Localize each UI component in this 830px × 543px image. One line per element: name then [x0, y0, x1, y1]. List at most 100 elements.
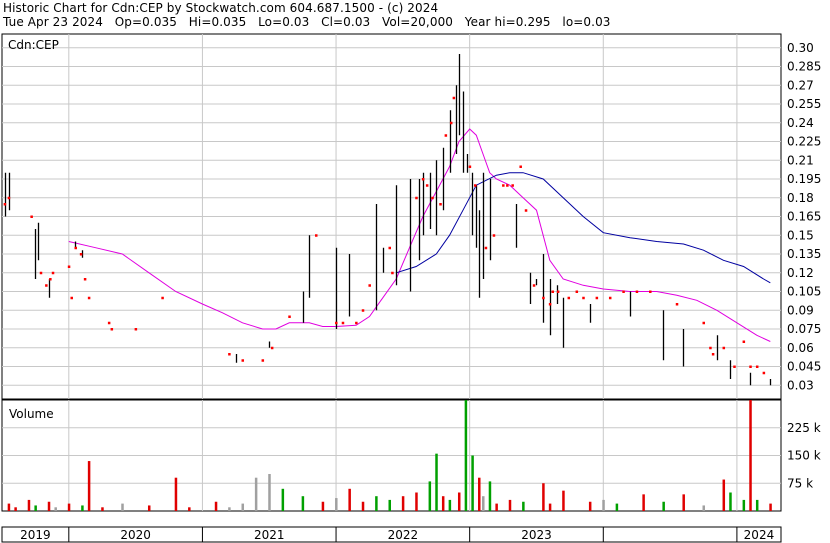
chart-root: Historic Chart for Cdn:CEP by Stockwatch… [0, 0, 830, 543]
price-close-dot [635, 290, 639, 293]
volume-bar [729, 492, 732, 511]
volume-bar [34, 505, 37, 511]
volume-bar [522, 501, 525, 511]
price-close-dot [511, 184, 514, 187]
price-y-tick-label: 0.24 [787, 116, 814, 130]
volume-bar [348, 488, 351, 511]
price-close-dot [567, 296, 571, 300]
volume-bar [722, 479, 726, 511]
volume-bar [121, 503, 124, 511]
volume-bar [174, 477, 178, 511]
price-close-dot [3, 203, 7, 206]
price-close-dot [556, 290, 560, 293]
volume-bar [47, 501, 51, 511]
price-close-dot [468, 165, 472, 168]
volume-y-tick-label: 225 k [787, 421, 821, 435]
volume-y-axis: 225 k 150 k 75 k [787, 421, 821, 491]
volume-bar [435, 453, 438, 511]
volume-bar [415, 492, 418, 511]
price-close-dot [425, 184, 429, 187]
price-close-dot [474, 184, 477, 187]
price-y-tick-label: 0.03 [787, 378, 814, 392]
volume-bar [548, 503, 552, 511]
price-close-dot [161, 296, 164, 300]
volume-bar [188, 507, 191, 511]
price-close-dot [87, 296, 91, 300]
price-y-tick-label: 0.06 [787, 341, 814, 355]
price-close-dot [702, 321, 706, 325]
volume-y-tick-label: 150 k [787, 449, 821, 463]
price-y-tick-label: 0.30 [787, 41, 814, 55]
volume-bar [321, 501, 325, 511]
volume-bar [101, 507, 104, 511]
price-panel: Cdn:CEP 0.300.2850.270.2550.240.2250.210… [1, 33, 821, 400]
volume-bar [7, 503, 11, 511]
volume-bar [441, 496, 445, 511]
volume-bar [588, 501, 592, 511]
price-close-dot [575, 290, 579, 293]
volume-bar [742, 499, 746, 511]
price-y-tick-label: 0.195 [787, 172, 821, 186]
volume-bar [542, 483, 545, 511]
price-close-dot [228, 353, 231, 356]
price-close-dot [502, 184, 505, 187]
price-close-dot [70, 296, 73, 300]
price-y-tick-label: 0.255 [787, 97, 821, 111]
volume-bar [241, 503, 245, 511]
chart-canvas: Cdn:CEP 0.300.2850.270.2550.240.2250.210… [1, 33, 821, 543]
price-close-dot [107, 321, 111, 325]
volume-bar [281, 488, 285, 511]
volume-y-tick-label: 75 k [787, 476, 813, 490]
volume-bar [488, 481, 492, 511]
price-close-dot [649, 290, 652, 293]
price-close-dot [762, 371, 766, 375]
price-close-dot [742, 340, 746, 343]
price-close-dot [755, 365, 759, 368]
volume-bar [335, 498, 338, 511]
price-close-dot [388, 246, 391, 250]
price-close-dot [449, 121, 453, 125]
time-axis: 2019 2020 2021 2022 2023 2024 [1, 526, 782, 543]
price-close-dot [749, 365, 752, 368]
price-close-dot [608, 296, 612, 300]
price-close-dot [733, 365, 736, 368]
price-y-tick-label: 0.165 [787, 210, 821, 224]
price-close-dot [315, 234, 318, 237]
price-y-tick-label: 0.045 [787, 360, 821, 374]
price-close-dot [431, 196, 434, 200]
volume-bar [54, 507, 57, 511]
price-y-tick-label: 0.12 [787, 266, 814, 280]
price-y-tick-label: 0.27 [787, 78, 814, 92]
price-close-dot [270, 346, 274, 350]
volume-bar [495, 503, 498, 511]
price-close-dot [709, 346, 712, 350]
price-close-dot [79, 253, 83, 256]
price-close-dot [421, 178, 425, 181]
price-close-dot [622, 290, 625, 293]
x-tick-label: 2021 [254, 528, 285, 542]
price-close-dot [368, 284, 371, 287]
price-y-tick-label: 0.09 [787, 303, 814, 317]
x-tick-label: 2019 [20, 528, 51, 542]
volume-bar [214, 501, 218, 511]
volume-bar [448, 499, 452, 511]
volume-bar [301, 496, 305, 511]
volume-bar [769, 503, 772, 511]
volume-bar [471, 455, 474, 511]
price-y-tick-label: 0.18 [787, 191, 814, 205]
volume-bar [228, 507, 231, 511]
price-y-tick-label: 0.21 [787, 153, 814, 167]
x-tick-label: 2020 [120, 528, 151, 542]
price-y-tick-label: 0.105 [787, 285, 821, 299]
volume-bar [428, 481, 432, 511]
x-tick-label: 2022 [388, 528, 419, 542]
price-y-tick-label: 0.075 [787, 322, 821, 336]
volume-bar [702, 505, 706, 511]
volume-bar [562, 490, 565, 511]
price-close-dot [110, 328, 114, 331]
volume-panel: Volume 225 k 150 k 75 k [1, 399, 821, 512]
volume-bar [14, 507, 17, 511]
price-close-dot [439, 203, 442, 206]
volume-bar [615, 503, 619, 511]
volume-bar [87, 461, 91, 511]
